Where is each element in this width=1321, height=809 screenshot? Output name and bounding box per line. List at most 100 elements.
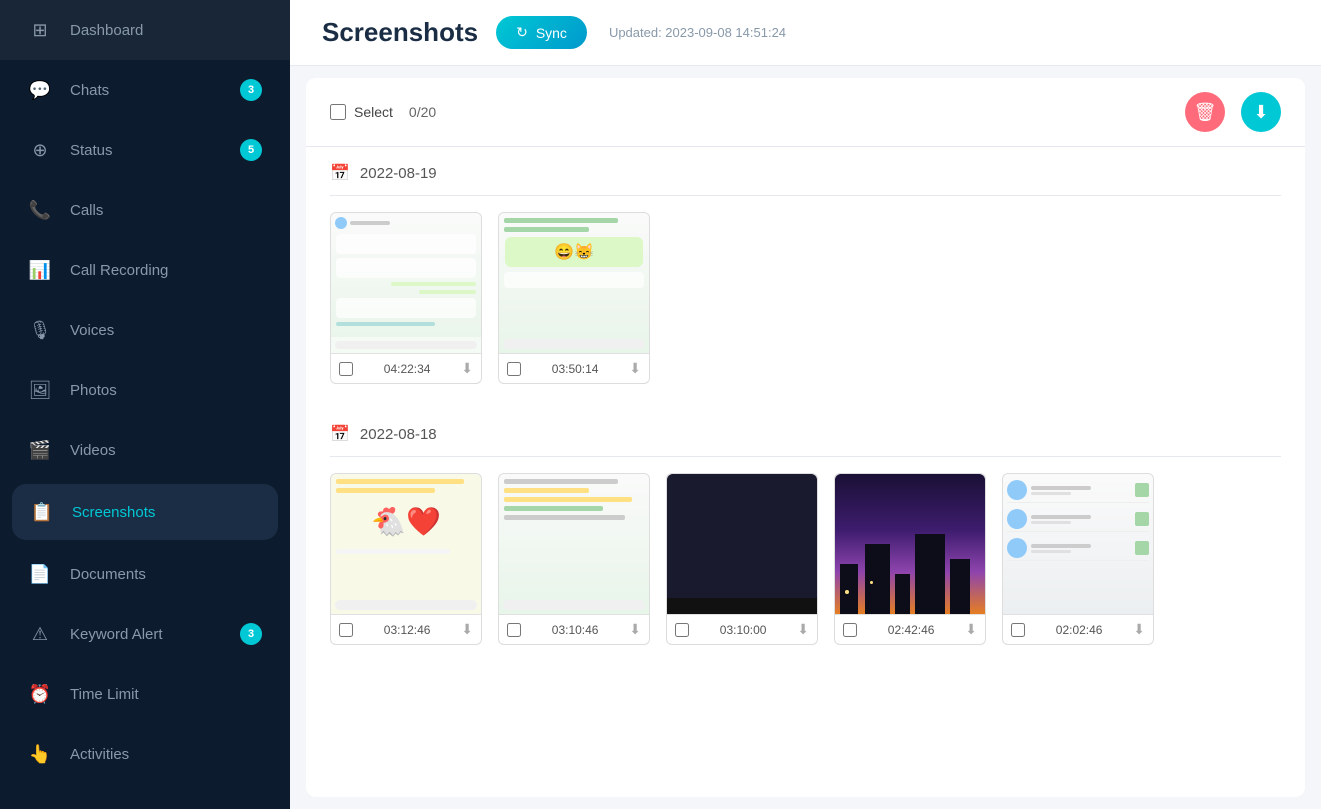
- sidebar-label-time-limit: Time Limit: [70, 686, 262, 703]
- screenshot-download-icon[interactable]: ⬇: [461, 360, 473, 377]
- badge-status: 5: [240, 139, 262, 161]
- date-label: 2022-08-19: [360, 165, 437, 182]
- sync-icon: ↻: [516, 24, 528, 41]
- sidebar-item-chats[interactable]: 💬 Chats 3: [0, 60, 290, 120]
- date-header: 📅2022-08-18: [330, 408, 1281, 457]
- sidebar-item-activities[interactable]: 👆 Activities: [0, 724, 290, 784]
- screenshot-thumbnail[interactable]: 😄😸: [498, 212, 650, 353]
- screenshot-download-icon[interactable]: ⬇: [629, 360, 641, 377]
- sections-container: 📅 2022-08-19 04:22:34 ⬇ 😄😸: [306, 147, 1305, 669]
- screenshot-thumbnail[interactable]: [666, 473, 818, 614]
- sidebar-label-photos: Photos: [70, 382, 262, 399]
- screenshot-card: 04:22:34 ⬇: [330, 212, 482, 384]
- screenshot-download-icon[interactable]: ⬇: [1133, 621, 1145, 638]
- screenshot-time: 02:02:46: [1056, 623, 1103, 637]
- screenshot-footer: 03:10:00 ⬇: [666, 614, 818, 645]
- sidebar-label-status: Status: [70, 142, 222, 159]
- screenshot-download-icon[interactable]: ⬇: [629, 621, 641, 638]
- sidebar-item-call-recording[interactable]: 📊Call Recording: [0, 240, 290, 300]
- screenshot-card: 03:10:46 ⬇: [498, 473, 650, 645]
- section-2022-08-18: 📅2022-08-18 🐔❤️ 03:12:46 ⬇ 03:10:46 ⬇ 03:1…: [306, 408, 1305, 669]
- screenshot-checkbox[interactable]: [1011, 623, 1025, 637]
- screenshot-card: 03:10:00 ⬇: [666, 473, 818, 645]
- sidebar-label-keyword-alert: Keyword Alert: [70, 626, 222, 643]
- sidebar-label-chats: Chats: [70, 82, 222, 99]
- sidebar-item-photos[interactable]: 🖼 Photos: [0, 360, 290, 420]
- screenshot-checkbox[interactable]: [339, 362, 353, 376]
- screenshot-card: 02:42:46 ⬇: [834, 473, 986, 645]
- delete-icon: 🗑: [1194, 102, 1217, 123]
- sidebar-item-documents[interactable]: 📄 Documents: [0, 544, 290, 604]
- section-2022-08-19: 📅 2022-08-19 04:22:34 ⬇ 😄😸: [306, 147, 1305, 408]
- screenshot-footer: 03:10:46 ⬇: [498, 614, 650, 645]
- select-label[interactable]: Select: [330, 104, 393, 120]
- screenshot-checkbox[interactable]: [507, 362, 521, 376]
- sidebar-item-dashboard[interactable]: ⊞Dashboard: [0, 0, 290, 60]
- screenshot-thumbnail[interactable]: [834, 473, 986, 614]
- chats-icon: 💬: [28, 78, 52, 102]
- sidebar-item-voices[interactable]: 🎙 Voices: [0, 300, 290, 360]
- select-count: 0/20: [409, 104, 436, 120]
- content-area: Select 0/20 🗑 ⬇ 📅 2022-08-19: [306, 78, 1305, 797]
- screenshot-thumbnail[interactable]: [330, 212, 482, 353]
- screenshot-thumbnail[interactable]: 🐔❤️: [330, 473, 482, 614]
- screenshots-icon: 📋: [30, 500, 54, 524]
- select-all-checkbox[interactable]: [330, 104, 346, 120]
- delete-button[interactable]: 🗑: [1185, 92, 1225, 132]
- screenshot-time: 04:22:34: [384, 362, 431, 376]
- updated-timestamp: Updated: 2023-09-08 14:51:24: [609, 25, 786, 40]
- screenshot-download-icon[interactable]: ⬇: [965, 621, 977, 638]
- screenshot-time: 03:12:46: [384, 623, 431, 637]
- screenshot-checkbox[interactable]: [675, 623, 689, 637]
- screenshot-card: 😄😸 03:50:14⬇: [498, 212, 650, 384]
- sidebar-label-videos: Videos: [70, 442, 262, 459]
- sidebar-item-status[interactable]: ⊕ Status 5: [0, 120, 290, 180]
- calendar-icon: 📅: [330, 163, 350, 183]
- badge-keyword-alert: 3: [240, 623, 262, 645]
- sidebar-label-screenshots: Screenshots: [72, 504, 260, 521]
- sidebar-item-keyword-alert[interactable]: ⚠Keyword Alert3: [0, 604, 290, 664]
- download-icon: ⬇: [1253, 102, 1268, 123]
- badge-chats: 3: [240, 79, 262, 101]
- screenshot-time: 03:10:46: [552, 623, 599, 637]
- screenshot-checkbox[interactable]: [843, 623, 857, 637]
- screenshot-time: 02:42:46: [888, 623, 935, 637]
- photos-icon: 🖼: [28, 378, 52, 402]
- sidebar-item-screenshots[interactable]: 📋 Screenshots: [12, 484, 278, 540]
- page-title: Screenshots: [322, 17, 478, 48]
- sidebar-item-videos[interactable]: 🎬 Videos: [0, 420, 290, 480]
- screenshot-thumbnail[interactable]: [498, 473, 650, 614]
- screenshot-thumbnail[interactable]: [1002, 473, 1154, 614]
- sidebar-item-calls[interactable]: 📞 Calls: [0, 180, 290, 240]
- dashboard-icon: ⊞: [28, 18, 52, 42]
- documents-icon: 📄: [28, 562, 52, 586]
- screenshot-card: 🐔❤️ 03:12:46 ⬇: [330, 473, 482, 645]
- sync-button[interactable]: ↻ Sync: [496, 16, 587, 49]
- screenshot-checkbox[interactable]: [339, 623, 353, 637]
- sidebar-label-calls: Calls: [70, 202, 262, 219]
- screenshot-card: 02:02:46 ⬇: [1002, 473, 1154, 645]
- screenshot-download-icon[interactable]: ⬇: [797, 621, 809, 638]
- sidebar-label-voices: Voices: [70, 322, 262, 339]
- time-limit-icon: ⏰: [28, 682, 52, 706]
- calendar-icon: 📅: [330, 424, 350, 444]
- screenshot-footer: 03:12:46 ⬇: [330, 614, 482, 645]
- date-header: 📅 2022-08-19: [330, 147, 1281, 196]
- screenshot-time: 03:10:00: [720, 623, 767, 637]
- main-content: Screenshots ↻ Sync Updated: 2023-09-08 1…: [290, 0, 1321, 809]
- screenshot-download-icon[interactable]: ⬇: [461, 621, 473, 638]
- screenshot-checkbox[interactable]: [507, 623, 521, 637]
- activities-icon: 👆: [28, 742, 52, 766]
- sidebar-item-time-limit[interactable]: ⏰ Time Limit: [0, 664, 290, 724]
- voices-icon: 🎙: [28, 318, 52, 342]
- videos-icon: 🎬: [28, 438, 52, 462]
- download-button[interactable]: ⬇: [1241, 92, 1281, 132]
- sidebar-label-documents: Documents: [70, 566, 262, 583]
- screenshot-footer: 02:02:46 ⬇: [1002, 614, 1154, 645]
- page-header: Screenshots ↻ Sync Updated: 2023-09-08 1…: [290, 0, 1321, 66]
- screenshot-footer: 02:42:46 ⬇: [834, 614, 986, 645]
- calls-icon: 📞: [28, 198, 52, 222]
- status-icon: ⊕: [28, 138, 52, 162]
- sidebar: ⊞Dashboard 💬 Chats 3 ⊕ Status 5 📞 Calls 📊Call Rec…: [0, 0, 290, 809]
- sidebar-label-activities: Activities: [70, 746, 262, 763]
